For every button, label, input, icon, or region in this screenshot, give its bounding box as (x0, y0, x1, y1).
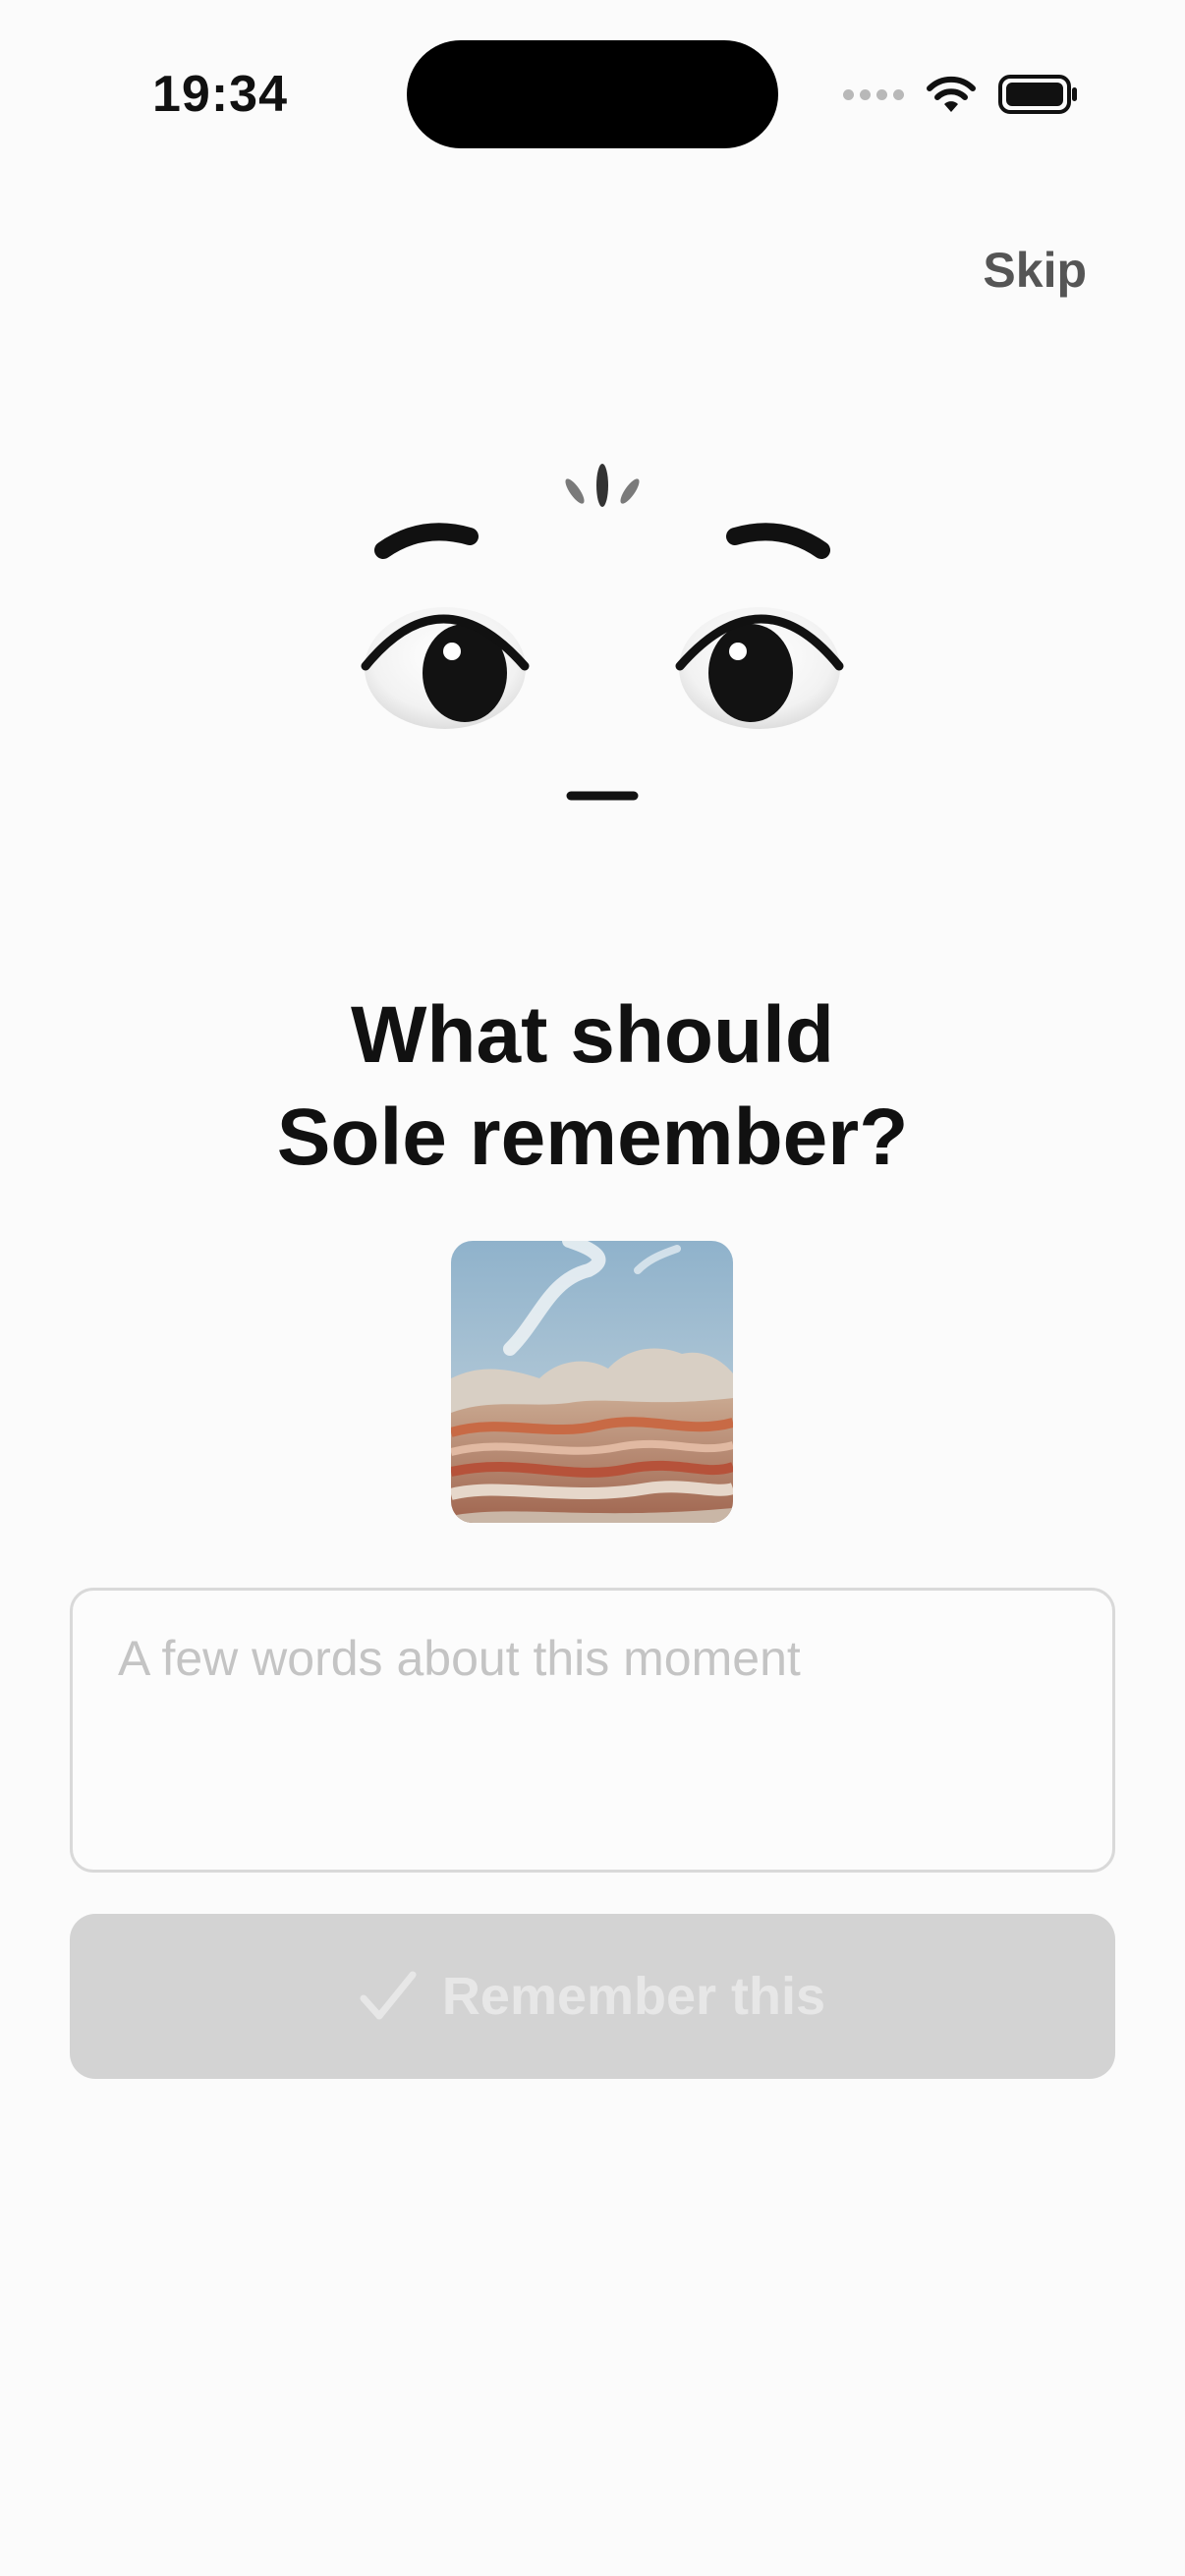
title-line-2: Sole remember? (276, 1092, 909, 1182)
cellular-signal-icon (843, 88, 904, 100)
left-eyebrow (374, 523, 479, 559)
status-icons (843, 71, 1079, 118)
status-time: 19:34 (152, 66, 288, 123)
page-title: What should Sole remember? (0, 984, 1185, 1189)
check-icon (360, 1971, 417, 2022)
title-line-1: What should (351, 990, 834, 1080)
skip-button[interactable]: Skip (983, 242, 1087, 299)
right-eye (675, 607, 844, 729)
remember-this-label: Remember this (441, 1967, 826, 2026)
battery-icon (998, 75, 1077, 114)
dynamic-island (407, 40, 778, 148)
moment-photo (451, 1241, 733, 1523)
moment-note-input[interactable] (70, 1588, 1115, 1873)
wifi-icon (927, 76, 976, 112)
status-bar: 19:34 (0, 0, 1185, 196)
sparkle-icon (565, 464, 640, 507)
sole-face-icon (361, 464, 844, 801)
remember-this-button[interactable]: Remember this (70, 1914, 1115, 2079)
desert-rock-photo (451, 1241, 733, 1523)
right-eyebrow (726, 523, 830, 559)
left-eye (361, 607, 530, 729)
